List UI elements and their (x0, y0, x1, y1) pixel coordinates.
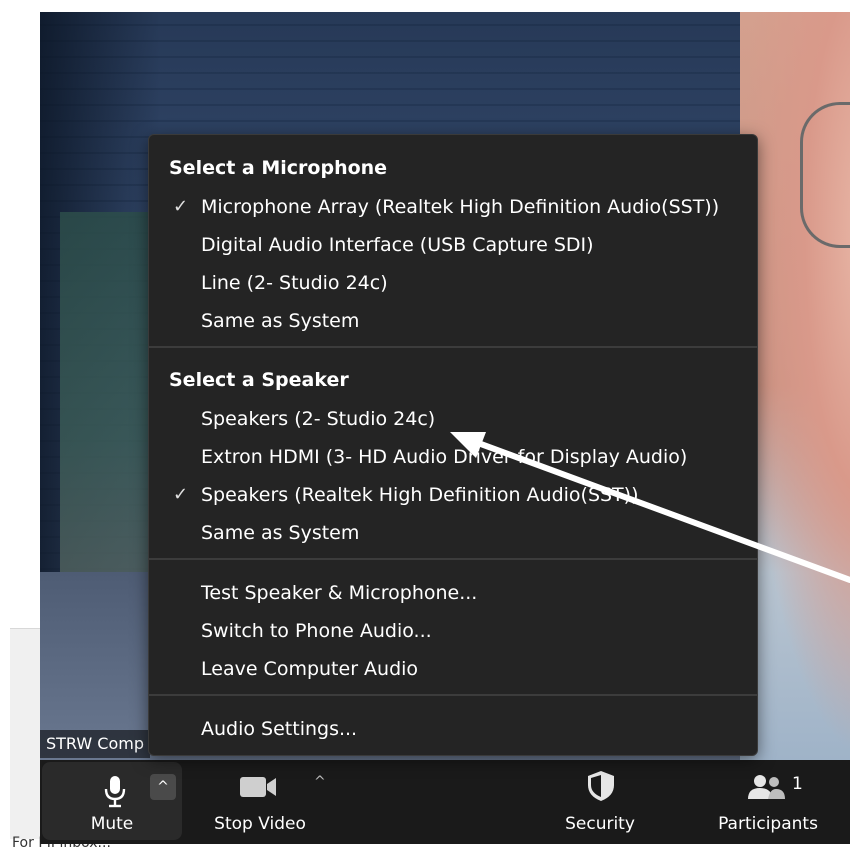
microphone-option-3[interactable]: Same as System (149, 302, 757, 340)
test-speaker-microphone-item[interactable]: Test Speaker & Microphone... (149, 574, 757, 612)
menu-divider (149, 346, 757, 348)
switch-to-phone-audio-item[interactable]: Switch to Phone Audio... (149, 612, 757, 650)
meeting-toolbar: ^ Mute ^ Stop Video Security 1 Participa… (40, 760, 850, 844)
speaker-option-label: Speakers (Realtek High Definition Audio(… (201, 484, 639, 506)
video-camera-icon (240, 777, 276, 797)
shield-icon (588, 771, 614, 801)
menu-action-label: Test Speaker & Microphone... (201, 582, 478, 604)
participants-button[interactable]: 1 Participants (708, 760, 828, 844)
mute-label: Mute (90, 814, 134, 834)
security-button[interactable]: Security (550, 760, 650, 844)
microphone-section-header: Select a Microphone (169, 157, 388, 179)
leave-computer-audio-item[interactable]: Leave Computer Audio (149, 650, 757, 688)
microphone-option-label: Digital Audio Interface (USB Capture SDI… (201, 234, 594, 256)
speaker-option-label: Same as System (201, 522, 360, 544)
background-window-panel (10, 628, 40, 839)
audio-options-chevron-up-icon[interactable]: ^ (150, 774, 176, 800)
microphone-icon (104, 776, 126, 808)
microphone-option-2[interactable]: Line (2- Studio 24c) (149, 264, 757, 302)
microphone-option-0[interactable]: ✓ Microphone Array (Realtek High Definit… (149, 188, 757, 226)
speaker-option-label: Extron HDMI (3- HD Audio Driver for Disp… (201, 446, 688, 468)
participants-icon (748, 775, 785, 799)
speaker-option-3[interactable]: Same as System (149, 514, 757, 552)
audio-options-menu: Select a Microphone ✓ Microphone Array (… (148, 134, 758, 756)
stop-video-button[interactable]: ^ Stop Video (190, 760, 330, 844)
speaker-option-1[interactable]: Extron HDMI (3- HD Audio Driver for Disp… (149, 438, 757, 476)
microphone-option-1[interactable]: Digital Audio Interface (USB Capture SDI… (149, 226, 757, 264)
video-participant-glasses (800, 102, 850, 248)
check-icon: ✓ (173, 484, 189, 505)
menu-action-label: Leave Computer Audio (201, 658, 419, 680)
speaker-section-header: Select a Speaker (169, 369, 349, 391)
microphone-option-label: Microphone Array (Realtek High Definitio… (201, 196, 720, 218)
speaker-option-0[interactable]: Speakers (2- Studio 24c) (149, 400, 757, 438)
speaker-option-label: Speakers (2- Studio 24c) (201, 408, 436, 430)
check-icon: ✓ (173, 196, 189, 217)
audio-settings-label: Audio Settings... (201, 718, 358, 740)
menu-divider (149, 558, 757, 560)
participants-count: 1 (792, 774, 803, 794)
security-label: Security (565, 814, 635, 834)
menu-divider (149, 694, 757, 696)
stop-video-label: Stop Video (214, 814, 306, 834)
participants-label: Participants (718, 814, 818, 834)
microphone-option-label: Same as System (201, 310, 360, 332)
video-options-chevron-up-icon[interactable]: ^ (314, 774, 326, 790)
menu-action-label: Switch to Phone Audio... (201, 620, 432, 642)
microphone-option-label: Line (2- Studio 24c) (201, 272, 388, 294)
participant-name-label: STRW Comp (40, 730, 151, 758)
mute-button[interactable]: ^ Mute (42, 762, 182, 840)
speaker-option-2[interactable]: ✓ Speakers (Realtek High Definition Audi… (149, 476, 757, 514)
audio-settings-item[interactable]: Audio Settings... (149, 710, 757, 748)
